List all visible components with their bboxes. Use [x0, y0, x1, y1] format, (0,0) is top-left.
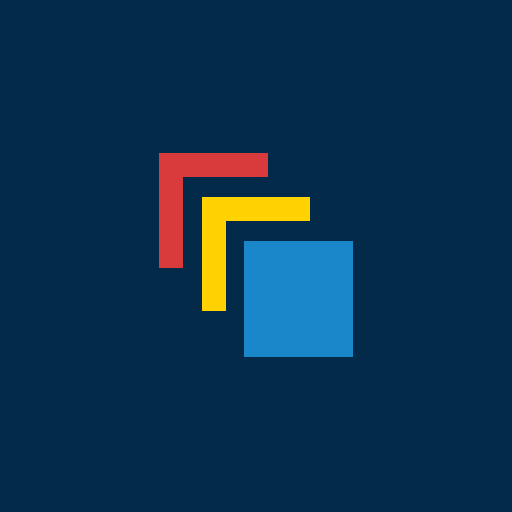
- blue-square: [244, 241, 353, 357]
- app-icon-canvas: [0, 0, 512, 512]
- stacked-squares-logo-icon: [0, 0, 512, 512]
